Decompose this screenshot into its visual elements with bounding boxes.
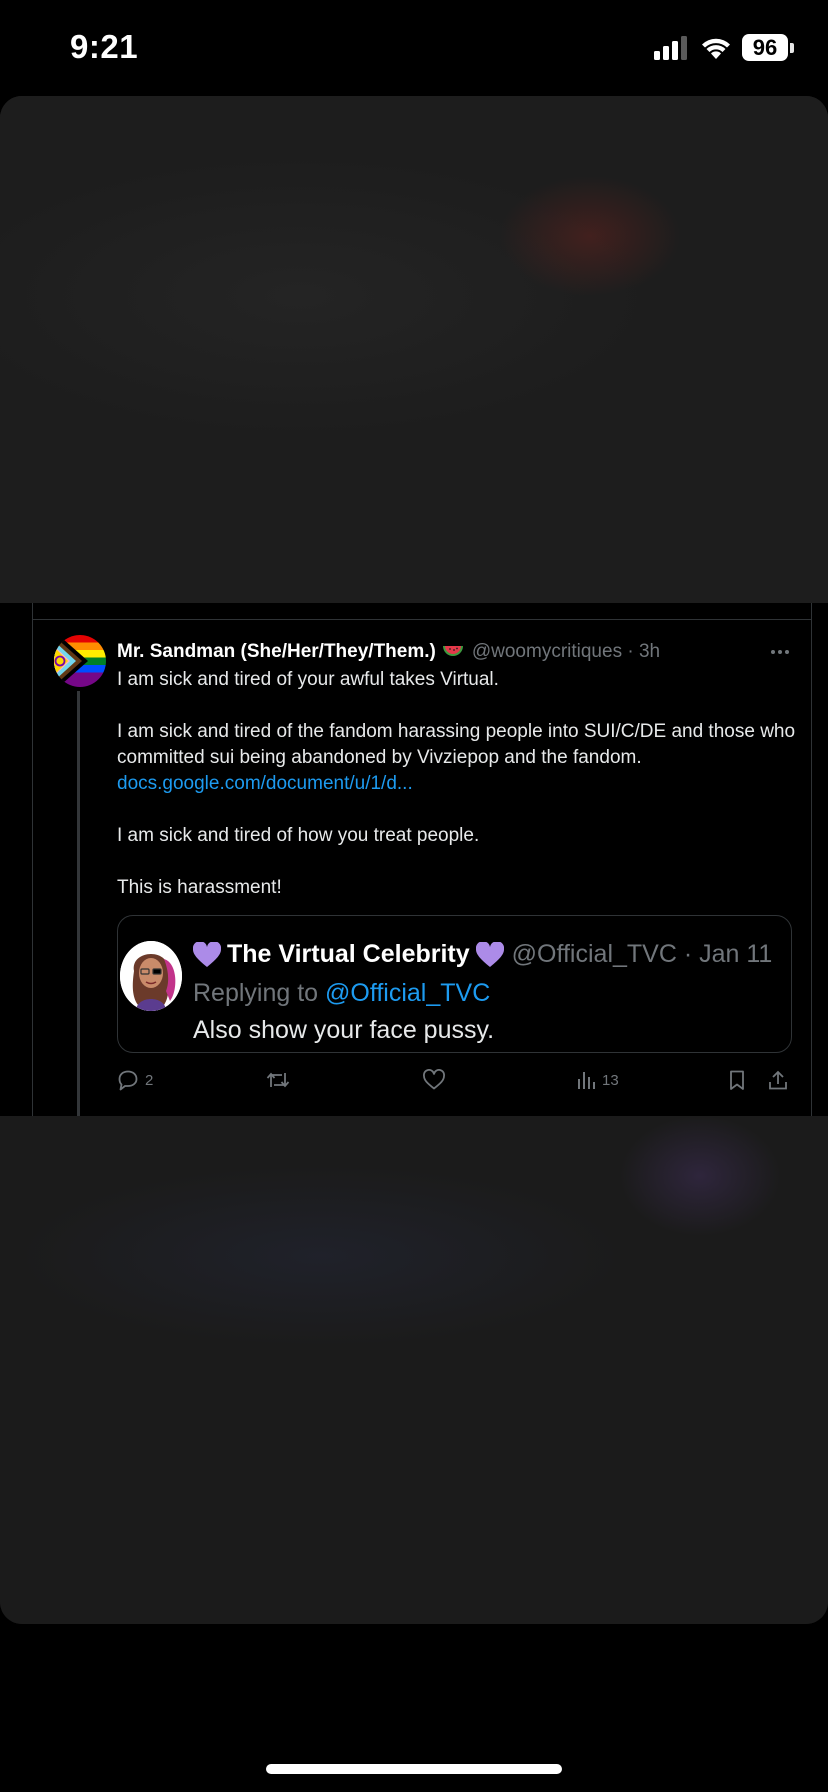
battery-level: 96 <box>742 34 788 61</box>
views-count: 13 <box>602 1071 619 1089</box>
battery-icon: 96 <box>742 34 794 61</box>
like-icon <box>422 1069 446 1091</box>
status-time: 9:21 <box>70 28 139 65</box>
quote-avatar[interactable] <box>120 941 182 1011</box>
more-icon[interactable] <box>768 642 792 662</box>
thread-line <box>77 691 80 1116</box>
tweet-line-1: I am sick and tired of your awful takes … <box>117 669 499 690</box>
purple-heart-icon <box>475 941 504 968</box>
quote-handle-date[interactable]: @Official_TVC · Jan 11 <box>512 940 773 969</box>
author-avatar[interactable] <box>54 635 106 687</box>
tweet-screenshot: Mr. Sandman (She/Her/They/Them.) @woomyc… <box>0 603 828 1116</box>
panel-divider <box>32 603 812 620</box>
tweet-line-4: This is harassment! <box>117 877 282 898</box>
wifi-icon <box>700 36 732 60</box>
replying-label: Replying to <box>193 979 319 1007</box>
reply-button[interactable]: 2 <box>117 1065 153 1095</box>
retweet-icon <box>265 1069 291 1091</box>
replying-handle[interactable]: @Official_TVC <box>325 979 490 1007</box>
bookmark-button[interactable] <box>727 1065 747 1095</box>
quote-header: The Virtual Celebrity @Official_TVC · Ja… <box>193 940 772 969</box>
watermelon-icon <box>442 645 464 659</box>
author-handle-time[interactable]: @woomycritiques · 3h <box>472 641 660 663</box>
home-indicator[interactable] <box>266 1764 562 1774</box>
share-icon <box>767 1069 789 1091</box>
reply-count: 2 <box>145 1071 154 1089</box>
tweet-header: Mr. Sandman (She/Her/They/Them.) @woomyc… <box>117 638 797 666</box>
tweet-text: I am sick and tired of your awful takes … <box>117 667 797 901</box>
tweet-link[interactable]: docs.google.com/document/u/1/d... <box>117 773 413 794</box>
quoted-tweet[interactable]: The Virtual Celebrity @Official_TVC · Ja… <box>117 915 792 1053</box>
tweet-line-2: I am sick and tired of the fandom harass… <box>117 721 796 768</box>
battery-tip <box>790 42 794 53</box>
tweet-line-3: I am sick and tired of how you treat peo… <box>117 825 480 846</box>
tweet-actions: 2 13 <box>117 1065 797 1095</box>
quote-replying-to: Replying to @Official_TVC <box>193 979 490 1008</box>
share-button[interactable] <box>767 1065 789 1095</box>
quote-text: Also show your face pussy. <box>193 1016 495 1044</box>
status-icons: 96 <box>654 34 794 61</box>
quote-author-name[interactable]: The Virtual Celebrity <box>227 940 470 969</box>
cellular-signal-icon <box>654 35 690 60</box>
reply-icon <box>117 1069 139 1091</box>
like-button[interactable] <box>422 1065 446 1095</box>
purple-heart-icon <box>193 941 221 968</box>
status-bar: 9:21 96 <box>0 0 828 96</box>
blurred-area-top <box>0 96 828 603</box>
author-name[interactable]: Mr. Sandman (She/Her/They/Them.) <box>117 641 436 663</box>
blurred-area-bottom <box>0 1116 828 1624</box>
bookmark-icon <box>727 1069 747 1091</box>
views-icon <box>576 1069 596 1091</box>
views-button[interactable]: 13 <box>576 1065 619 1095</box>
retweet-button[interactable] <box>265 1065 291 1095</box>
